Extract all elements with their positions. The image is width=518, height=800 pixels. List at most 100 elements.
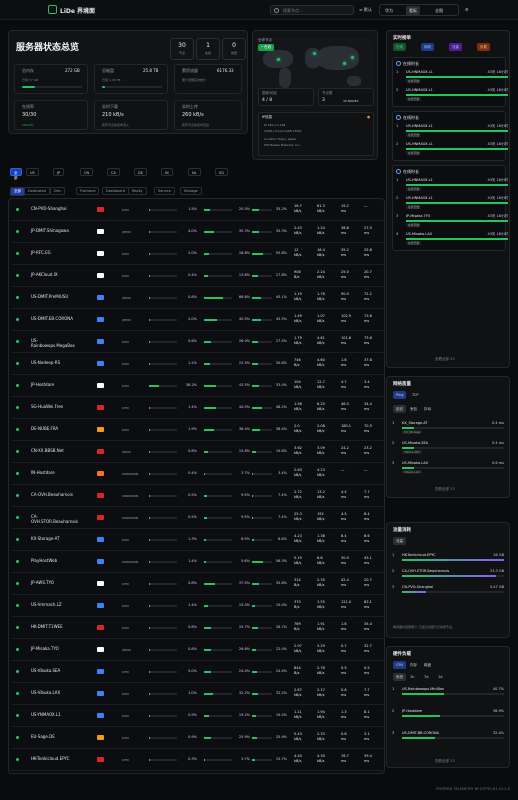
group-tab[interactable]: Dedicated: [24, 187, 50, 195]
filter-chip[interactable]: NL: [188, 168, 201, 176]
table-row[interactable]: US- Rainbowops.MegaBox KVM 0.6% 26.0% 27.5% 1…: [11, 331, 384, 353]
default-button[interactable]: ⚌ 默认: [356, 5, 375, 15]
table-row[interactable]: SG-HuaWei.Free KVM 1.4% 44.5% 48.2% 1.56 kB/s…: [11, 397, 384, 419]
rank-item[interactable]: 2 US-HNMAOX.L1 43天 18小时 在线天数: [396, 88, 508, 102]
search-input[interactable]: 搜索节点...: [270, 5, 354, 15]
table-row[interactable]: PlayHostWeb UNKNOWN 1.4% 5.6% 56.3% 5.19 kB/s…: [11, 551, 384, 573]
server-name[interactable]: CN-PVD-Shanghai: [31, 206, 103, 211]
net-item[interactable]: 1 KX_Storage.AT 0.4 ms KX_Storage: [392, 421, 504, 435]
traffic-item[interactable]: 1 HK-Tonkicloud.EPYC 26 GB: [392, 553, 504, 567]
filter-chip[interactable]: 全部: [10, 168, 22, 180]
filter-chip[interactable]: IN: [161, 168, 173, 176]
load-subtab[interactable]: 7d: [421, 673, 431, 681]
table-row[interactable]: JP-AWS.TYO KVM 0.8% 37.5% 35.8% 314 B/s 2.35 k…: [11, 573, 384, 595]
table-row[interactable]: US-Nodeep-RS KVM 1.2% 22.5% 30.8% 746 B/s 4.60…: [11, 353, 384, 375]
server-name[interactable]: CA- OVH.STOR.Beauharnois: [31, 514, 103, 524]
server-name[interactable]: SG-HuaWei.Free: [31, 404, 103, 409]
table-row[interactable]: US-YNMAOX.L1 KVM 0.9% 19.2% 19.2% 1.11 kB/s 1.…: [11, 705, 384, 727]
map-node-us[interactable]: [277, 58, 280, 61]
filter-chip[interactable]: CN: [80, 168, 94, 176]
server-name[interactable]: US-Vibuka.LAX: [31, 690, 103, 695]
server-name[interactable]: US-DMIT.PreMIUSU: [31, 294, 103, 299]
server-name[interactable]: US- Rainbowops.MegaBox: [31, 338, 103, 348]
traffic-tab[interactable]: 流量: [393, 537, 406, 545]
server-name[interactable]: CA-OVH.Beauharnois: [31, 492, 103, 497]
table-row[interactable]: CN-XX.BBSB.Net QEMU 0.8% 15.8% 19.8% 3.62 kB/…: [11, 441, 384, 463]
table-row[interactable]: KX-Storage-AT KVM 1.3% 8.9% 8.6% 4.23 kB/s 1.3…: [11, 529, 384, 551]
net-tab[interactable]: TCP: [409, 391, 422, 399]
group-tab[interactable]: Frontend: [76, 187, 100, 195]
server-name[interactable]: US-YNMAOX.L1: [31, 712, 103, 717]
table-row[interactable]: US-DMIT.PreMIUSU QEMU 0.8% 66.8% 45.1% 1.19 k…: [11, 287, 384, 309]
view-all-button[interactable]: 查看全部 33: [435, 357, 455, 362]
server-name[interactable]: US-Nodeep-RS: [31, 360, 103, 365]
filter-chip[interactable]: US: [26, 168, 39, 176]
filter-chip[interactable]: SG: [215, 168, 228, 176]
server-name[interactable]: JP-AWS.TYO: [31, 580, 103, 585]
seg-1[interactable]: 看板: [406, 6, 420, 16]
seg-2[interactable]: 全图: [432, 6, 446, 16]
load-tab[interactable]: 磁盘: [421, 661, 434, 669]
filter-chip[interactable]: CA: [107, 168, 120, 176]
group-tab[interactable]: Storage: [180, 187, 202, 195]
map-node-cn[interactable]: [343, 62, 346, 65]
rank-item[interactable]: 1 US-HNMAOX.L1 43天 18小时 在线天数: [396, 70, 508, 84]
server-name[interactable]: CN-XX.BBSB.Net: [31, 448, 103, 453]
rank-filter-button[interactable]: 流量: [449, 43, 462, 51]
table-row[interactable]: IN-Hostdare UNKNOWN 0.4% 3.7% 3.4% 2.63 kB/s 4…: [11, 463, 384, 485]
server-name[interactable]: KX-Storage-AT: [31, 536, 103, 541]
server-name[interactable]: JP-DMIT.Shinagawa: [31, 228, 103, 233]
group-tab[interactable]: Really: [128, 187, 147, 195]
table-row[interactable]: JP-Hostdare KVM 36.2% 43.5% 33.0% 104 kB/s 12.…: [11, 375, 384, 397]
table-row[interactable]: US-Vmmach.LZ KVM 1.4% 15.0% 15.0% 370 B/s 1.55…: [11, 595, 384, 617]
load-item[interactable]: 3 US-DMIT-BB.CORONA 32.4%: [392, 731, 504, 745]
server-name[interactable]: JP-Misaka.TYO: [31, 646, 103, 651]
server-name[interactable]: IN-Hostdare: [31, 470, 103, 475]
load-item[interactable]: 2 JP-Hostdare 36.9%: [392, 709, 504, 723]
table-row[interactable]: US-Vibuka.SEA KVM 5.0% 24.4% 24.4% 844 B/s 2.7…: [11, 661, 384, 683]
map-node-de[interactable]: [313, 52, 316, 55]
net-subtab[interactable]: 延迟: [393, 405, 406, 413]
rank-item[interactable]: 4 US-Misaka.LAX 43天 18小时 在线天数: [396, 232, 508, 246]
table-row[interactable]: JP-AKCloud.IX KVM 0.4% 13.6% 27.8% 908 B/s 2.2…: [11, 265, 384, 287]
server-name[interactable]: DE-NUBE.FRA: [31, 426, 103, 431]
net-tab[interactable]: Ping: [393, 391, 407, 399]
rank-filter-button[interactable]: 负载: [477, 43, 490, 51]
load-subtab[interactable]: 1h: [407, 673, 417, 681]
seg-0[interactable]: 华为: [382, 6, 396, 16]
view-all-button[interactable]: 查看全部 33: [435, 487, 455, 492]
net-subtab[interactable]: 抖动: [421, 405, 434, 413]
rank-item[interactable]: 2 US-HNMAOX.L1 43天 18小时 在线天数: [396, 142, 508, 156]
traffic-item[interactable]: 2 CA-OVH.STOR.Beauharnois 23.3 GB: [392, 569, 504, 583]
table-row[interactable]: CA-OVH.Beauharnois UNKNOWN 0.5% 9.5% 7.4% 2.7…: [11, 485, 384, 507]
load-tab[interactable]: CPU: [393, 661, 407, 669]
server-name[interactable]: US-DMIT.EB.CORONA: [31, 316, 103, 321]
server-name[interactable]: JP-RFC.EG: [31, 250, 103, 255]
table-row[interactable]: EU-Sage.DE KVM 0.9% 25.9% 25.9% 5.43 kB/s 2.33…: [11, 727, 384, 749]
table-row[interactable]: JP-Misaka.TYO QEMU 0.8% 26.6% 22.0% 2.97 kB/s…: [11, 639, 384, 661]
rank-item[interactable]: 1 US-HNMAOX.L1 43天 18小时 在线天数: [396, 124, 508, 138]
table-row[interactable]: JP-RFC.EG KVM 2.0% 18.8% 55.8% 12 kB/s 16.4 kB…: [11, 243, 384, 265]
net-item[interactable]: 3 US-Misaka.LAX 0.6 ms Vibuka LAX: [392, 461, 504, 475]
table-row[interactable]: CN-PVD-Shanghai KVM 1.5% 20.5% 35.2% 16.7 kB/…: [11, 199, 384, 221]
server-name[interactable]: HK-Tonkicloud.EPYC: [31, 756, 103, 761]
server-name[interactable]: PlayHostWeb: [31, 558, 103, 563]
rank-filter-button[interactable]: 在线: [393, 43, 406, 51]
rank-item[interactable]: 1 US-HNMAOX.L1 43天 18小时 在线天数: [396, 178, 508, 192]
group-tab[interactable]: 全部: [10, 187, 25, 196]
map-node-jp[interactable]: [351, 56, 354, 59]
net-item[interactable]: 2 US-Misaka.SEA 0.4 ms Vibuka SEA: [392, 441, 504, 455]
load-item[interactable]: 1 US-Rainbowops.MiniBox 40.7%: [392, 687, 504, 701]
view-all-button[interactable]: 查看全部 33: [435, 759, 455, 764]
filter-chip[interactable]: DE: [134, 168, 147, 176]
rank-filter-button[interactable]: 网络: [421, 43, 434, 51]
table-row[interactable]: JP-DMIT.Shinagawa QEMU 4.0% 35.3% 35.3% 2.43 …: [11, 221, 384, 243]
traffic-item[interactable]: 3 CN-PVD-Shanghai 5.47 GB: [392, 585, 504, 599]
settings-icon[interactable]: ⚙: [462, 5, 472, 15]
table-row[interactable]: US-DMIT.EB.CORONA QEMU 2.0% 45.5% 45.5% 1.49 …: [11, 309, 384, 331]
table-row[interactable]: DE-NUBE.FRA KVM 1.9% 36.4% 38.4% 2.0 kB/s 2.08…: [11, 419, 384, 441]
server-name[interactable]: HK-DMIT.T1WEE: [31, 624, 103, 629]
server-name[interactable]: US-Vibuka.SEA: [31, 668, 103, 673]
net-subtab[interactable]: 丢包: [407, 405, 420, 413]
server-name[interactable]: US-Vmmach.LZ: [31, 602, 103, 607]
